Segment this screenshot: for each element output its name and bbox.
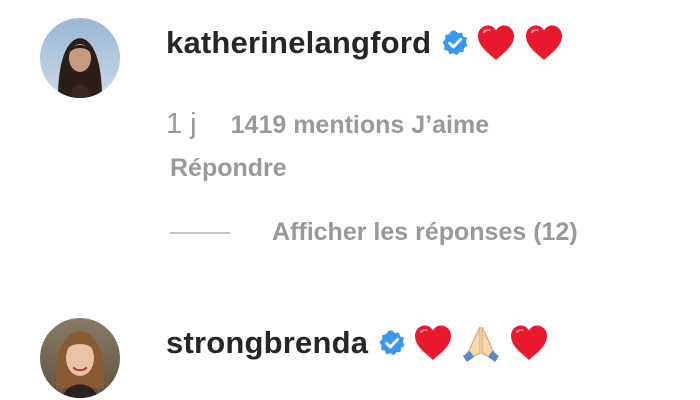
avatar[interactable] bbox=[40, 318, 120, 398]
username-link[interactable]: strongbrenda bbox=[166, 325, 368, 361]
red-heart-emoji bbox=[475, 23, 517, 63]
show-replies-button[interactable]: Afficher les réponses (12) bbox=[272, 218, 578, 247]
comment-item: katherinelangford 1 j 1419 mentions J’ai… bbox=[0, 0, 700, 280]
avatar-image bbox=[40, 318, 120, 398]
reply-button[interactable]: Répondre bbox=[170, 154, 287, 183]
folded-hands-emoji bbox=[460, 323, 502, 363]
red-heart-emoji bbox=[412, 323, 454, 363]
red-heart-emoji bbox=[508, 323, 550, 363]
red-heart-emoji bbox=[523, 23, 565, 63]
comment-time[interactable]: 1 j bbox=[166, 108, 197, 141]
comment-item: strongbrenda bbox=[0, 300, 700, 400]
replies-divider bbox=[170, 231, 230, 234]
avatar-image bbox=[40, 18, 120, 98]
verified-badge-icon bbox=[441, 29, 469, 57]
username-link[interactable]: katherinelangford bbox=[166, 25, 431, 61]
comment-meta: 1 j 1419 mentions J’aime bbox=[166, 108, 489, 141]
avatar[interactable] bbox=[40, 18, 120, 98]
show-replies-row[interactable]: Afficher les réponses (12) bbox=[170, 218, 578, 247]
likes-count-button[interactable]: 1419 mentions J’aime bbox=[231, 111, 489, 140]
verified-badge-icon bbox=[378, 329, 406, 357]
comment-header: katherinelangford bbox=[166, 18, 565, 68]
comment-header: strongbrenda bbox=[166, 318, 550, 368]
